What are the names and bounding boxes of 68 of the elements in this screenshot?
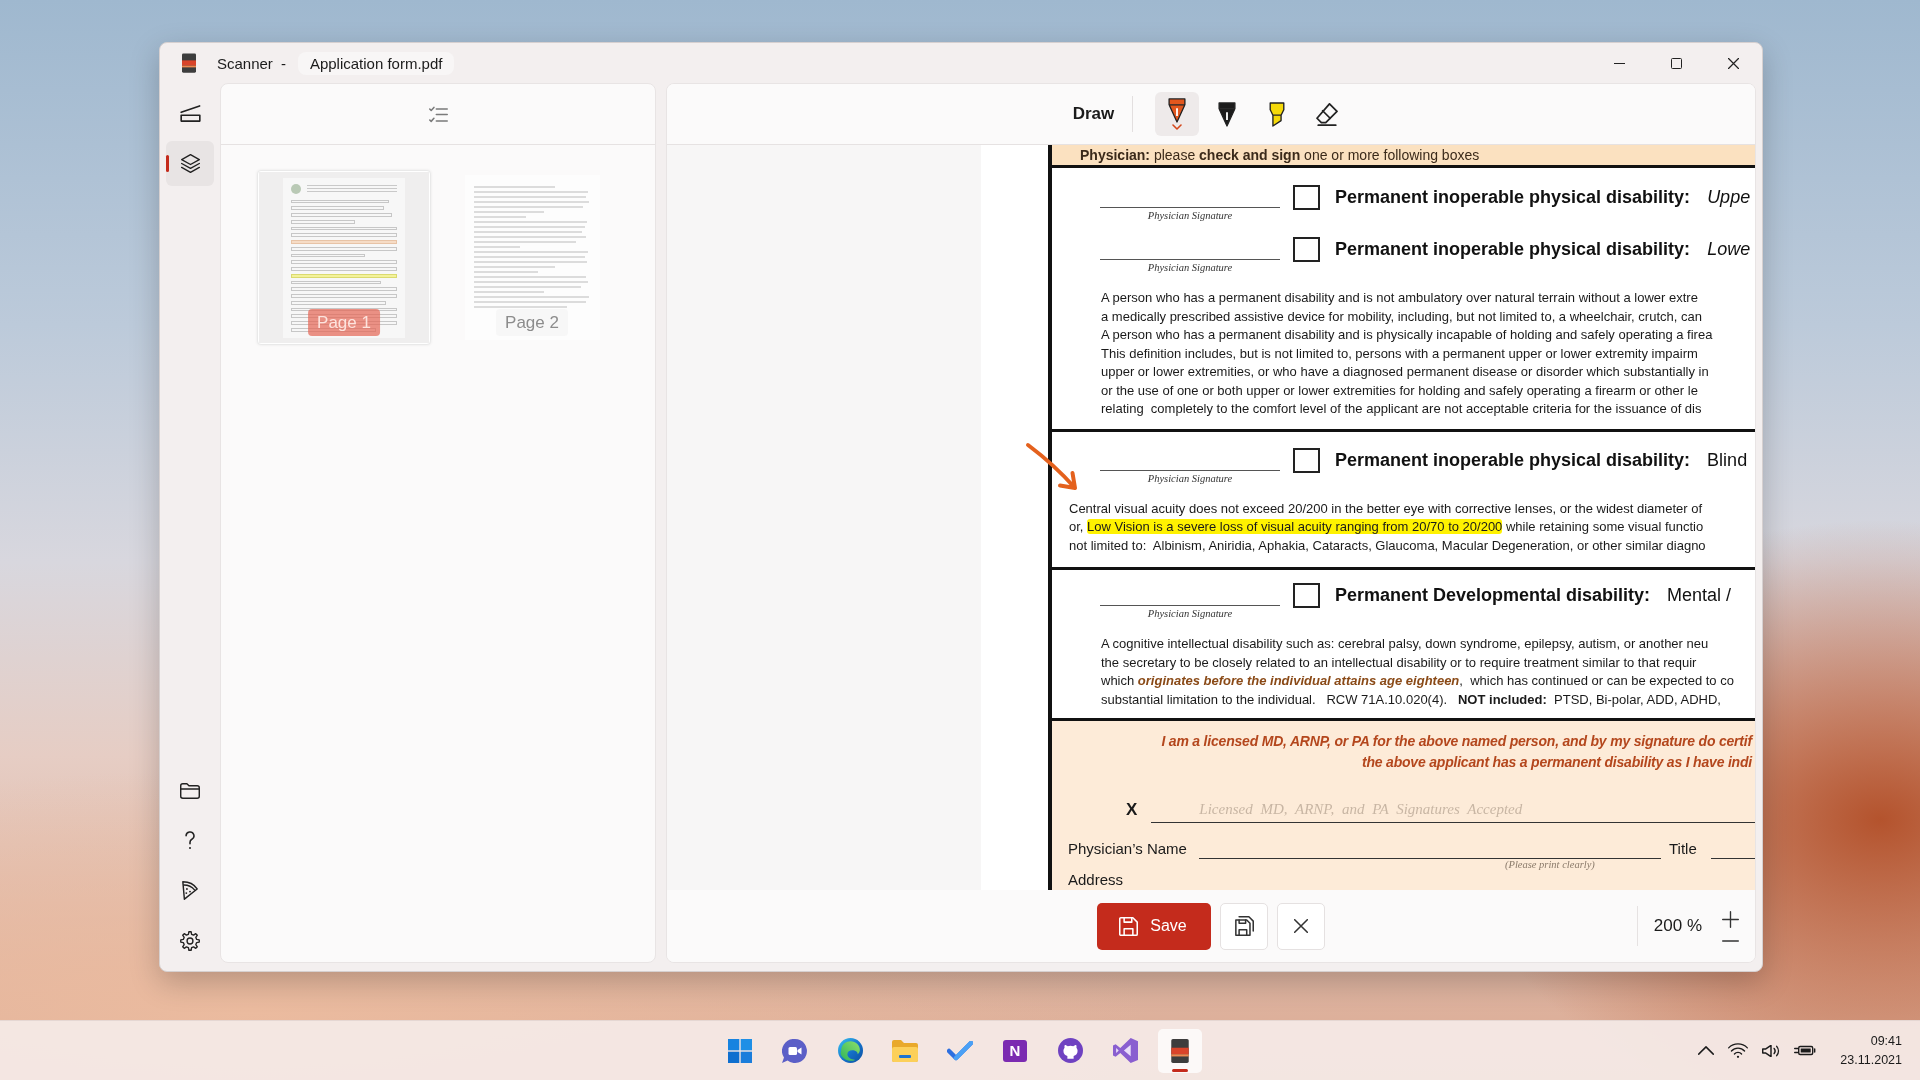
save-copy-button[interactable] [1219,902,1268,950]
signature-mark: X [1126,799,1138,821]
signature-caption: Physician Signature [1147,209,1233,222]
certification-statement: I am a licensed MD, ARNP, or PA for the above named person, and by my signature do certif the above applicant has a permanent disability as I have indi [1161,732,1755,772]
signature-caption: Physician Signature [1147,471,1233,485]
eraser-icon [1316,102,1339,126]
disability-heading: Permanent inoperable physical disability: Uppe [1335,186,1751,209]
close-icon [1728,57,1739,69]
scanner-app-icon [182,53,196,73]
wifi-icon[interactable] [1728,1043,1749,1058]
definition-paragraph: Central visual acuity does not exceed 20/200 in the better eye with corrective lenses, or the widest diameter of or, Low Vision is a severe loss of visual acuity ranging from 20/70 to 20/200 while retaining some visual functio not limited to: Albinism, Aniridia, Aphakia, Cataracts, Glaucoma, Macular Degeneration, or other similar diagno [1069,499,1706,555]
zoom-out-button[interactable] [1720,937,1741,944]
pages-tab[interactable] [166,141,214,186]
name-hint: (Please print clearly) [1505,859,1595,871]
stacked-floppy-disks-icon [1233,916,1254,936]
maximize-icon [1671,57,1682,69]
caret-icon [1172,124,1183,130]
settings-icon [180,930,200,951]
minus-icon [1722,939,1739,942]
signature-caption: Physician Signature [1147,607,1233,620]
title-separator: - [280,54,286,72]
discard-button[interactable] [1276,902,1325,950]
zoom-level: 200 % [1653,916,1702,936]
save-button[interactable]: Save [1097,902,1211,950]
checkbox[interactable] [1293,185,1320,210]
app-title: Scanner [217,54,273,72]
definition-paragraph: A cognitive intellectual disability such as: cerebral palsy, down syndrome, epilepsy, autism, or another neu the secretary to be closely related to an intellectual disability or to require treatment similar to that requir which originates before the individual attains age eighteen, which has continued or can be expected to co substantial limitation to the individual. RCW 71A.10.020(4). NOT included: PTSD, Bi-polar, ADD, ADHD, [1101,635,1734,709]
disability-heading: Permanent Developmental disability: Mental / [1335,584,1732,607]
chevron-up-icon[interactable] [1698,1046,1715,1055]
disability-heading: Permanent inoperable physical disability: Lowe [1335,238,1751,261]
toolbar-title: Draw [1072,104,1115,124]
pen-button[interactable] [1155,92,1200,136]
four-squares-icon [728,1038,752,1063]
scanner-icon [179,105,201,122]
clock-time[interactable]: 09:41 [1870,1031,1902,1051]
layers-icon [180,154,200,173]
minimize-icon [1614,62,1625,64]
disability-heading: Permanent inoperable physical disability: Blind [1335,448,1748,472]
title-label: Title [1668,839,1697,859]
folder-icon [180,782,200,799]
address-label: Address [1068,871,1124,889]
cat-circle-icon [1057,1038,1083,1063]
question-mark-icon [185,831,195,850]
infinity-ribbon-icon [1112,1038,1138,1063]
name-label: Physician’s Name [1068,839,1187,859]
checkbox[interactable] [1293,237,1320,262]
definition-paragraph: A person who has a permanent disability and is not ambulatory over natural terrain without a lower extre a medically prescribed assistive device for mobility, including, but not limited to, a wheelchair, crutch, can A person who has a permanent disability and is physically incapable of holding and safely operating a firea This definition includes, but is not limited to, persons with a permanent upper or lower extremity impairm upper or lower extremities, or who have a diagnosed permanent disease or disorder which substantially in or the use of one or both upper or lower extremities for holding and safely operating a firearm or other le relating completely to the comfort level of the applicant are not acceptable criteria for the issuance of dis [1101,289,1713,418]
taskbar-app-button[interactable]: N [993,1028,1037,1073]
file-name-label: Application form.pdf [297,51,455,75]
clock-date[interactable]: 23.11.2021 [1840,1050,1902,1070]
battery-icon[interactable] [1794,1045,1817,1056]
plus-icon [1722,910,1739,928]
checkmark-icon [947,1040,973,1061]
checkbox[interactable] [1293,447,1320,473]
pizza-slice-icon [182,881,198,900]
notebook-icon: N [1003,1039,1027,1062]
close-icon [1293,919,1308,933]
zoom-in-button[interactable] [1720,908,1741,930]
speaker-icon[interactable] [1762,1044,1781,1057]
folder-icon [892,1039,918,1062]
taskbar-app-button[interactable] [1158,1028,1202,1073]
video-chat-bubble-icon [782,1038,808,1063]
checklist-icon [428,105,448,123]
checkbox[interactable] [1293,583,1320,608]
swirl-circle-icon [837,1038,863,1063]
scanner-icon [1171,1038,1189,1063]
signature-caption: Physician Signature [1147,261,1233,274]
instruction-banner: Physician: please check and sign one or more following boxes [1052,145,1755,168]
